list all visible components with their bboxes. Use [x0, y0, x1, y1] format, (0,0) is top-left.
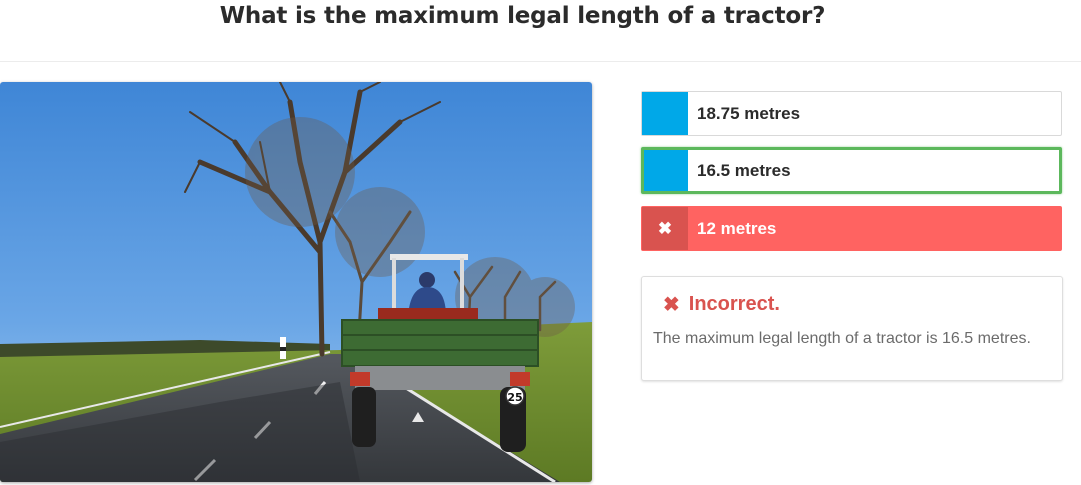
feedback-message: The maximum legal length of a tractor is…: [653, 330, 1031, 347]
answer-label: 12 metres: [697, 218, 777, 238]
answer-option-3-incorrect[interactable]: ✖ 12 metres: [641, 206, 1062, 251]
answer-label: 16.5 metres: [697, 160, 791, 180]
cross-icon: ✖: [642, 207, 688, 250]
feedback-title-row: ✖ Incorrect.: [663, 292, 780, 317]
answer-option-2-correct[interactable]: 16.5 metres: [641, 147, 1062, 194]
answer-label: 18.75 metres: [697, 103, 801, 123]
answer-option-1[interactable]: 18.75 metres: [641, 91, 1062, 136]
answer-color-swatch: [644, 150, 688, 191]
speed-plate-text: 25: [507, 391, 522, 404]
feedback-panel: ✖ Incorrect. The maximum legal length of…: [641, 276, 1063, 381]
tractor-photo: 25: [0, 82, 592, 482]
question-title: What is the maximum legal length of a tr…: [219, 3, 826, 29]
feedback-title: Incorrect.: [688, 293, 780, 315]
question-image: 25: [0, 82, 592, 482]
question-header: What is the maximum legal length of a tr…: [0, 0, 1081, 62]
cross-icon: ✖: [663, 294, 680, 316]
answer-color-swatch: [642, 92, 688, 135]
